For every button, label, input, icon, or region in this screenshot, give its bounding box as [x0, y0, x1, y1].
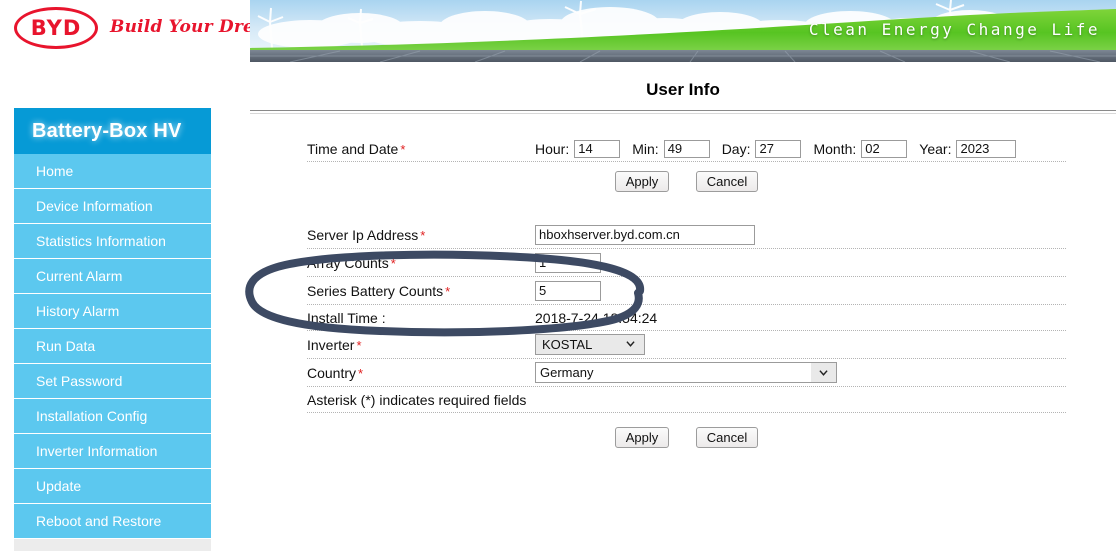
sidebar-item-label: Inverter Information [36, 443, 158, 459]
cancel-time-button[interactable]: Cancel [695, 171, 759, 192]
inverter-field: KOSTAL [535, 334, 645, 355]
main-content: User Info Time and Date* Hour: Min: Day:… [250, 62, 1116, 558]
hour-input[interactable] [574, 139, 621, 158]
sidebar-item-reboot-and-restore[interactable]: Reboot and Restore [14, 504, 211, 539]
sidebar-item-label: Set Password [36, 373, 123, 389]
user-info-form: Time and Date* Hour: Min: Day: Month: Ye… [250, 136, 1116, 448]
month-input[interactable] [861, 139, 908, 158]
label-text: Server Ip Address [307, 226, 419, 243]
row-series-battery-counts: Series Battery Counts * [307, 277, 1066, 305]
sidebar-item-update[interactable]: Update [14, 469, 211, 504]
series-battery-counts-field [535, 280, 601, 301]
row-array-counts: Array Counts * [307, 249, 1066, 277]
label-min: Min: [632, 140, 659, 157]
form-button-row: Apply Cancel [307, 427, 1066, 448]
label-time-and-date: Time and Date * [307, 141, 535, 157]
sidebar-item-label: Statistics Information [36, 233, 166, 249]
label-month: Month: [813, 140, 857, 157]
sidebar-item-label: Current Alarm [36, 268, 123, 284]
label-install-time: Install Time : [307, 309, 386, 326]
apply-time-button[interactable]: Apply [614, 171, 670, 192]
apply-button[interactable]: Apply [614, 427, 670, 448]
required-asterisk: * [420, 227, 426, 243]
time-and-date-fields: Hour: Min: Day: Month: Year: [535, 139, 1017, 158]
byd-logo: BYD [14, 5, 102, 53]
country-select-button[interactable] [811, 363, 836, 382]
sidebar-item-label: History Alarm [36, 303, 120, 319]
sidebar-item-label: Run Data [36, 338, 96, 354]
title-divider [250, 110, 1116, 114]
row-inverter: Inverter * KOSTAL [307, 331, 1066, 359]
required-asterisk: * [400, 141, 406, 157]
label-hour: Hour: [535, 140, 570, 157]
required-asterisk: * [356, 337, 362, 353]
array-counts-input[interactable] [535, 252, 601, 273]
day-input[interactable] [755, 139, 802, 158]
sidebar-item-label: Home [36, 163, 74, 179]
label-inverter: Inverter * [307, 337, 535, 353]
row-server-ip-address: Server Ip Address * [307, 221, 1066, 249]
install-time-value: 2018-7-24 18:54:24 [535, 309, 658, 326]
hero-banner: Clean Energy Change Life [250, 0, 1116, 62]
sidebar-item-run-data[interactable]: Run Data [14, 329, 211, 364]
label-text: Time and Date [307, 140, 399, 157]
sidebar-item-installation-config[interactable]: Installation Config [14, 399, 211, 434]
chevron-down-icon [626, 341, 635, 347]
required-fields-note: Asterisk (*) indicates required fields [307, 391, 527, 408]
required-asterisk: * [445, 283, 451, 299]
array-counts-field [535, 252, 601, 273]
label-text: Array Counts [307, 254, 389, 271]
row-required-note: Asterisk (*) indicates required fields [307, 387, 1066, 413]
required-asterisk: * [358, 365, 364, 381]
logo-area: BYD Build Your Dreams [0, 0, 293, 62]
sidebar-title: Battery-Box HV [14, 108, 211, 154]
byd-logo-text: BYD [30, 16, 82, 40]
label-series-battery-counts: Series Battery Counts * [307, 283, 535, 299]
label-country: Country * [307, 365, 535, 381]
server-ip-input[interactable] [535, 224, 755, 245]
label-text: Country [307, 364, 357, 381]
sidebar-item-label: Installation Config [36, 408, 148, 424]
sidebar-item-inverter-information[interactable]: Inverter Information [14, 434, 211, 469]
required-asterisk: * [390, 255, 396, 271]
inverter-selected-value: KOSTAL [542, 337, 593, 352]
label-text: Series Battery Counts [307, 282, 444, 299]
label-array-counts: Array Counts * [307, 255, 535, 271]
series-battery-counts-input[interactable] [535, 280, 601, 301]
row-country: Country * Germany [307, 359, 1066, 387]
inverter-select[interactable]: KOSTAL [535, 334, 645, 355]
sidebar-item-label: Reboot and Restore [36, 513, 162, 529]
site-header: BYD Build Your Dreams Clean Energy Chang… [0, 0, 1116, 62]
chevron-down-icon [819, 370, 828, 376]
year-input[interactable] [956, 139, 1017, 158]
sidebar-footer-strip [14, 539, 211, 551]
time-and-date-button-row: Apply Cancel [307, 171, 1066, 192]
label-text: Inverter [307, 336, 355, 353]
server-ip-field [535, 224, 755, 245]
banner-slogan: Clean Energy Change Life [808, 20, 1100, 39]
minute-input[interactable] [663, 139, 710, 158]
country-field: Germany [535, 362, 837, 383]
cancel-button[interactable]: Cancel [695, 427, 759, 448]
sidebar-nav: Battery-Box HV Home Device Information S… [14, 108, 211, 551]
sidebar-item-device-information[interactable]: Device Information [14, 189, 211, 224]
sidebar-item-label: Update [36, 478, 82, 494]
sidebar-item-home[interactable]: Home [14, 154, 211, 189]
country-selected-value: Germany [540, 365, 594, 380]
country-select[interactable]: Germany [535, 362, 837, 383]
label-server-ip-address: Server Ip Address * [307, 227, 535, 243]
sidebar-item-set-password[interactable]: Set Password [14, 364, 211, 399]
label-day: Day: [721, 140, 751, 157]
sidebar-item-history-alarm[interactable]: History Alarm [14, 294, 211, 329]
sidebar-item-current-alarm[interactable]: Current Alarm [14, 259, 211, 294]
row-time-and-date: Time and Date* Hour: Min: Day: Month: Ye… [307, 136, 1066, 162]
label-year: Year: [919, 140, 952, 157]
row-install-time: Install Time : 2018-7-24 18:54:24 [307, 305, 1066, 331]
sidebar-item-label: Device Information [36, 198, 153, 214]
sidebar-item-statistics-information[interactable]: Statistics Information [14, 224, 211, 259]
page-title: User Info [646, 80, 720, 99]
